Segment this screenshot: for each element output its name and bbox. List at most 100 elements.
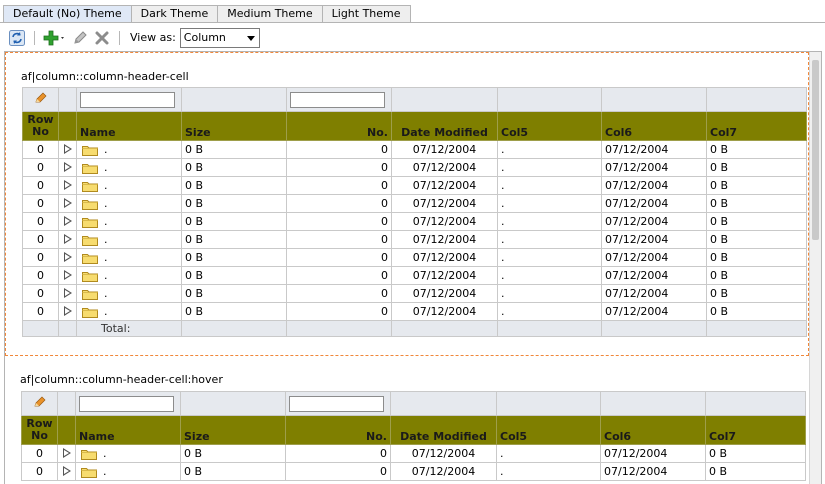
- expand-triangle-icon[interactable]: [62, 448, 71, 458]
- total-cell: [391, 320, 498, 337]
- expand-cell[interactable]: [57, 444, 76, 463]
- expand-cell[interactable]: [58, 212, 77, 231]
- header-date-modified[interactable]: Date Modified: [391, 111, 498, 141]
- expand-cell[interactable]: [58, 266, 77, 285]
- expand-cell[interactable]: [58, 158, 77, 177]
- vertical-scrollbar[interactable]: [809, 52, 821, 484]
- expand-cell[interactable]: [57, 462, 76, 481]
- expand-triangle-icon[interactable]: [63, 234, 72, 244]
- cell-col6: 07/12/2004: [600, 444, 706, 463]
- header-col6[interactable]: Col6: [600, 415, 706, 445]
- add-icon[interactable]: [43, 29, 67, 47]
- header-expand: [58, 111, 77, 141]
- header-col5[interactable]: Col5: [497, 111, 602, 141]
- header-name[interactable]: Name: [75, 415, 181, 445]
- total-row: Total:: [22, 320, 807, 337]
- header-name[interactable]: Name: [76, 111, 182, 141]
- filter-cell: [58, 87, 77, 112]
- refresh-icon[interactable]: [8, 29, 26, 47]
- cell-name: .: [76, 230, 182, 249]
- table-row[interactable]: 0.0 B 0 07/12/2004. 07/12/2004 0 B: [22, 158, 807, 177]
- expand-cell[interactable]: [58, 284, 77, 303]
- expand-triangle-icon[interactable]: [63, 270, 72, 280]
- expand-cell[interactable]: [58, 194, 77, 213]
- cell-no: 0: [286, 284, 392, 303]
- tab-light-theme[interactable]: Light Theme: [322, 5, 411, 23]
- table-row[interactable]: 0.0 B 0 07/12/2004. 07/12/2004 0 B: [22, 284, 807, 303]
- table-row[interactable]: 0.0 B 0 07/12/2004. 07/12/2004 0 B: [22, 176, 807, 195]
- filter-name-input[interactable]: [79, 395, 174, 412]
- expand-triangle-icon[interactable]: [63, 180, 72, 190]
- cell-name-text: .: [104, 287, 108, 300]
- cell-name-text: .: [104, 179, 108, 192]
- folder-icon: [82, 290, 98, 300]
- total-cell: [706, 320, 807, 337]
- expand-triangle-icon[interactable]: [63, 198, 72, 208]
- view-as-select[interactable]: Column: [179, 27, 260, 48]
- cell-name-text: .: [104, 233, 108, 246]
- cell-size: 0 B: [181, 248, 287, 267]
- filter-no-input[interactable]: [289, 395, 384, 412]
- filter-edit-cell[interactable]: [22, 87, 59, 112]
- cell-col7: 0 B: [705, 462, 806, 481]
- scrollbar-thumb[interactable]: [812, 60, 819, 240]
- table-row[interactable]: 0.0 B 0 07/12/2004. 07/12/2004 0 B: [22, 248, 807, 267]
- cell-col5: .: [497, 302, 602, 321]
- filter-no-input[interactable]: [290, 91, 385, 108]
- table-row[interactable]: 0.0 B 0 07/12/2004. 07/12/2004 0 B: [21, 462, 806, 481]
- total-cell: [22, 320, 59, 337]
- expand-cell[interactable]: [58, 140, 77, 159]
- total-cell: [601, 320, 707, 337]
- expand-triangle-icon[interactable]: [63, 162, 72, 172]
- edit-icon[interactable]: [71, 29, 89, 47]
- expand-triangle-icon[interactable]: [62, 466, 71, 476]
- cell-name-text: .: [104, 161, 108, 174]
- table-row[interactable]: 0.0 B 0 07/12/2004. 07/12/2004 0 B: [22, 302, 807, 321]
- expand-cell[interactable]: [58, 248, 77, 267]
- header-no[interactable]: No.: [285, 415, 391, 445]
- header-row-no[interactable]: Row No: [22, 111, 59, 141]
- tab-medium-theme[interactable]: Medium Theme: [218, 5, 323, 23]
- cell-date-modified: 07/12/2004: [391, 284, 498, 303]
- cell-col6: 07/12/2004: [601, 230, 707, 249]
- expand-cell[interactable]: [58, 302, 77, 321]
- table-row[interactable]: 0.0 B 0 07/12/2004. 07/12/2004 0 B: [22, 194, 807, 213]
- tab-default-theme[interactable]: Default (No) Theme: [3, 5, 132, 23]
- cell-no: 0: [286, 176, 392, 195]
- tab-dark-theme[interactable]: Dark Theme: [131, 5, 219, 23]
- filter-name-input[interactable]: [80, 91, 175, 108]
- filter-edit-cell[interactable]: [21, 391, 58, 416]
- table-row[interactable]: 0.0 B 0 07/12/2004. 07/12/2004 0 B: [22, 230, 807, 249]
- expand-cell[interactable]: [58, 230, 77, 249]
- header-col5[interactable]: Col5: [496, 415, 601, 445]
- folder-icon: [81, 450, 97, 460]
- table-row[interactable]: 0.0 B 0 07/12/2004. 07/12/2004 0 B: [22, 266, 807, 285]
- cell-size: 0 B: [180, 444, 286, 463]
- expand-triangle-icon[interactable]: [63, 144, 72, 154]
- delete-icon[interactable]: [93, 29, 111, 47]
- header-row-no[interactable]: Row No: [21, 415, 58, 445]
- table-row[interactable]: 0.0 B 0 07/12/2004. 07/12/2004 0 B: [22, 140, 807, 159]
- expand-cell[interactable]: [58, 176, 77, 195]
- header-col7[interactable]: Col7: [706, 111, 807, 141]
- header-expand: [57, 415, 76, 445]
- expand-triangle-icon[interactable]: [63, 288, 72, 298]
- filter-row: [21, 391, 806, 416]
- filter-cell: [57, 391, 76, 416]
- table-body: 0.0 B 0 07/12/2004. 07/12/2004 0 B0.0 B 0 07/1…: [22, 140, 807, 321]
- header-no[interactable]: No.: [286, 111, 392, 141]
- header-col6[interactable]: Col6: [601, 111, 707, 141]
- cell-col7: 0 B: [706, 158, 807, 177]
- expand-triangle-icon[interactable]: [63, 306, 72, 316]
- expand-triangle-icon[interactable]: [63, 252, 72, 262]
- header-date-modified[interactable]: Date Modified: [390, 415, 497, 445]
- header-size[interactable]: Size: [180, 415, 286, 445]
- cell-col6: 07/12/2004: [601, 266, 707, 285]
- table-row[interactable]: 0.0 B 0 07/12/2004. 07/12/2004 0 B: [21, 444, 806, 463]
- table-row[interactable]: 0.0 B 0 07/12/2004. 07/12/2004 0 B: [22, 212, 807, 231]
- cell-row-no: 0: [22, 302, 59, 321]
- cell-date-modified: 07/12/2004: [391, 194, 498, 213]
- expand-triangle-icon[interactable]: [63, 216, 72, 226]
- header-col7[interactable]: Col7: [705, 415, 806, 445]
- header-size[interactable]: Size: [181, 111, 287, 141]
